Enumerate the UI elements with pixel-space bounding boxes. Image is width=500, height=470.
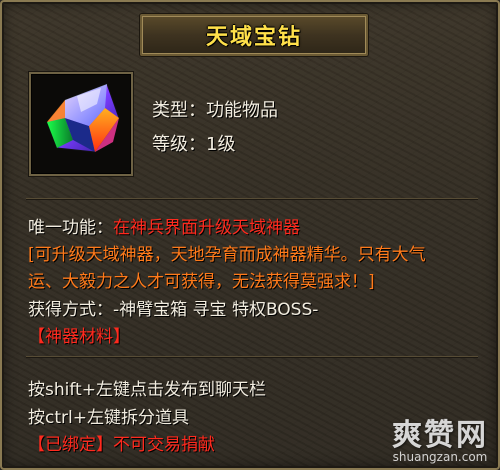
- lore-line-1: [可升级天域神器，天地孕育而成神器精华。只有大气: [28, 245, 426, 265]
- bound-line: 【已绑定】不可交易捐献: [28, 430, 215, 455]
- item-title: 天域宝钻: [205, 25, 302, 50]
- item-type: 类型：功能物品: [152, 100, 278, 121]
- watermark-logo: 爽赞网: [392, 418, 488, 453]
- item-tooltip: 天域宝钻 类型：功能物品 等级：1级 唯一功能：在神兵界面升级天域神器 [可升级…: [0, 0, 500, 470]
- gem-icon: [46, 83, 120, 153]
- lore-line-2: 运、大毅力之人才可获得，无法获得莫强求！]: [28, 272, 375, 292]
- site-watermark: 爽赞网 shuangzan.com: [392, 410, 488, 464]
- title-banner: 天域宝钻: [140, 14, 368, 56]
- bound-tag: 【已绑定】: [28, 435, 113, 455]
- divider-bottom: [26, 356, 478, 357]
- function-label: 唯一功能：: [28, 218, 113, 238]
- ctrl-hint: 按ctrl+左键拆分道具: [28, 408, 189, 428]
- watermark-url: shuangzan.com: [392, 450, 488, 464]
- bound-value: 不可交易捐献: [113, 435, 215, 455]
- divider-top: [26, 198, 478, 199]
- source-line: 获得方式：-神臂宝箱 寻宝 特权BOSS-: [28, 300, 319, 320]
- shift-hint: 按shift+左键点击发布到聊天栏: [28, 380, 266, 400]
- function-line: 唯一功能：在神兵界面升级天域神器: [28, 213, 300, 238]
- item-icon-slot[interactable]: [29, 72, 133, 176]
- function-value: 在神兵界面升级天域神器: [113, 218, 300, 238]
- item-level: 等级：1级: [152, 134, 236, 155]
- category-tag: 【神器材料】: [28, 327, 130, 347]
